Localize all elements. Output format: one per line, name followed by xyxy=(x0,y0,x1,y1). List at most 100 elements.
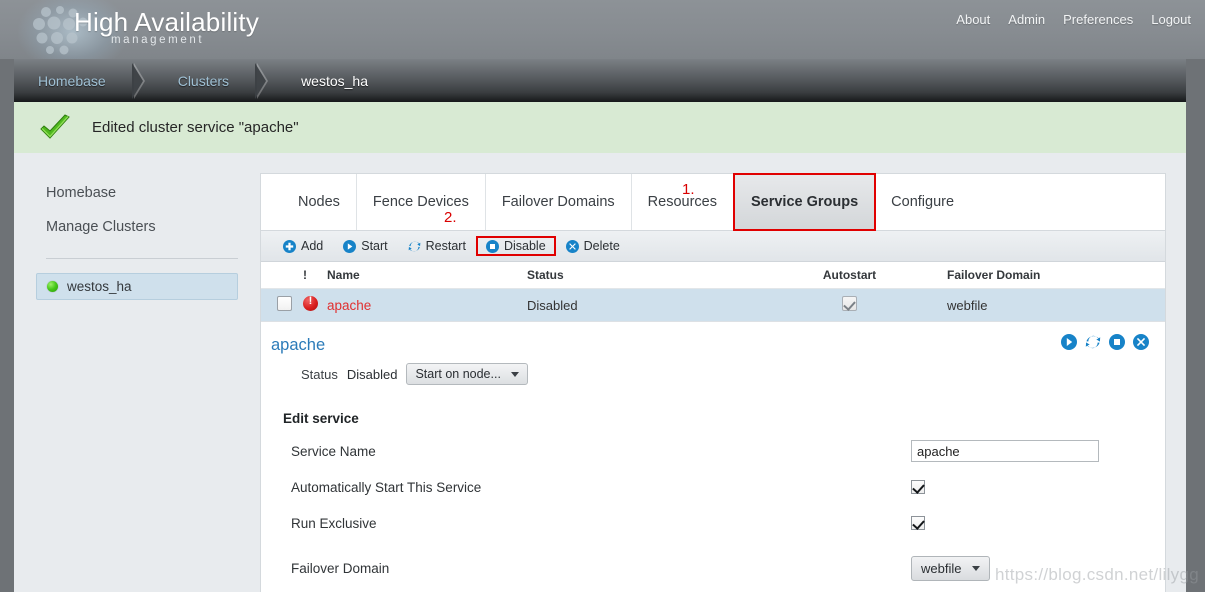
th-name: Name xyxy=(327,262,527,289)
refresh-icon xyxy=(408,240,421,252)
action-toolbar: 2. Add Start Restart Disable Delete xyxy=(261,209,1165,262)
sidebar-item-westos-ha[interactable]: westos_ha xyxy=(36,273,238,300)
breadcrumb-homebase[interactable]: Homebase xyxy=(14,59,132,102)
stop-icon[interactable] xyxy=(1109,334,1125,350)
th-autostart: Autostart xyxy=(752,262,947,289)
stop-square-icon xyxy=(485,239,499,253)
service-action-icons xyxy=(1061,334,1149,350)
green-check-icon xyxy=(40,113,70,139)
cluster-label: westos_ha xyxy=(67,279,132,294)
th-select xyxy=(261,262,303,289)
nav-preferences[interactable]: Preferences xyxy=(1063,12,1133,27)
autostart-label: Automatically Start This Service xyxy=(291,479,482,495)
failover-domain-dropdown[interactable]: webfile xyxy=(911,556,991,581)
chevron-separator-icon xyxy=(131,59,154,102)
tab-label: Fence Devices xyxy=(372,194,469,210)
chevron-separator-icon xyxy=(255,59,277,102)
tab-bar: 1. Nodes Fence Devices Failover Domains … xyxy=(261,173,1165,231)
start-on-node-dropdown[interactable]: Start on node... xyxy=(406,363,528,385)
row-alert-cell xyxy=(303,288,327,321)
disable-button[interactable]: Disable xyxy=(475,236,556,256)
breadcrumb-clusters[interactable]: Clusters xyxy=(154,59,255,102)
service-detail-title: apache xyxy=(271,336,326,354)
row-failover-domain-cell: webfile xyxy=(947,288,1165,321)
row-autostart-cell xyxy=(752,288,947,321)
top-nav: About Admin Preferences Logout xyxy=(956,12,1191,27)
tab-configure[interactable]: Configure xyxy=(875,174,970,230)
x-circle-icon xyxy=(565,239,579,253)
table-row[interactable]: apache Disabled webfile xyxy=(261,288,1165,321)
service-name-input[interactable] xyxy=(911,440,1099,462)
th-status: Status xyxy=(527,262,752,289)
table-body: apache Disabled webfile xyxy=(261,288,1165,321)
restart-button[interactable]: Restart xyxy=(398,236,476,256)
edit-service-heading: Edit service xyxy=(283,411,359,426)
breadcrumb: Homebase Clusters westos_ha xyxy=(14,59,394,102)
top-header: High Availability management About Admin… xyxy=(0,0,1205,59)
restart-icon[interactable] xyxy=(1085,334,1101,350)
field-run-exclusive: Run Exclusive xyxy=(261,512,1165,534)
failover-domain-label: Failover Domain xyxy=(291,561,390,576)
service-status-label: Status xyxy=(301,366,338,382)
row-status-cell: Disabled xyxy=(527,288,752,321)
service-status-line: Status Disabled Start on node... xyxy=(301,363,1165,385)
alert-icon xyxy=(303,295,318,311)
service-groups-table: ! Name Status Autostart Failover Domain xyxy=(261,262,1165,321)
sidebar: Homebase Manage Clusters westos_ha xyxy=(14,153,260,592)
field-failover-domain: Failover Domain webfile xyxy=(261,556,1165,581)
add-button[interactable]: Add xyxy=(273,236,333,256)
brand-subtitle: management xyxy=(111,34,205,46)
autostart-checkbox[interactable] xyxy=(842,296,857,311)
status-led-icon xyxy=(47,281,58,292)
plus-circle-icon xyxy=(283,239,296,253)
toolbar-label: Disable xyxy=(503,239,546,253)
breadcrumb-current: westos_ha xyxy=(301,72,368,89)
service-detail-header: apache Status Disabled Start on node... xyxy=(261,321,1165,395)
service-name-label: Service Name xyxy=(291,443,376,459)
nav-logout[interactable]: Logout xyxy=(1151,12,1191,27)
service-name-link[interactable]: apache xyxy=(327,298,371,313)
delete-icon[interactable] xyxy=(1133,334,1149,350)
row-name-cell: apache xyxy=(327,288,527,321)
th-alert: ! xyxy=(303,262,327,289)
sidebar-item-manage-clusters[interactable]: Manage Clusters xyxy=(46,210,260,244)
success-banner: Edited cluster service "apache" xyxy=(14,102,1186,153)
start-on-node-label: Start on node... xyxy=(415,367,501,381)
chevron-down-icon xyxy=(510,371,519,377)
field-autostart: Automatically Start This Service xyxy=(261,476,1165,498)
th-failover-domain: Failover Domain xyxy=(947,262,1165,289)
start-icon[interactable] xyxy=(1061,334,1077,350)
annotation-marker-1: 1. xyxy=(682,181,695,198)
page-root: High Availability management About Admin… xyxy=(0,0,1205,592)
tab-fence-devices[interactable]: Fence Devices xyxy=(357,174,486,230)
toolbar-label: Delete xyxy=(583,239,620,253)
tab-label: Configure xyxy=(891,194,955,210)
play-circle-icon xyxy=(343,239,357,253)
start-button[interactable]: Start xyxy=(333,236,397,256)
edit-service-form: Edit service Service Name Automatically … xyxy=(261,395,1165,592)
run-exclusive-label: Run Exclusive xyxy=(291,515,377,531)
main-panel: 1. Nodes Fence Devices Failover Domains … xyxy=(260,173,1166,592)
delete-button[interactable]: Delete xyxy=(556,236,630,256)
banner-message: Edited cluster service "apache" xyxy=(92,119,299,136)
service-status-value: Disabled xyxy=(346,366,398,382)
failover-domain-value: webfile xyxy=(921,561,962,576)
tab-service-groups[interactable]: Service Groups xyxy=(732,173,877,231)
field-service-name: Service Name xyxy=(261,440,1165,462)
tab-nodes[interactable]: Nodes xyxy=(282,174,357,230)
nav-admin[interactable]: Admin xyxy=(1008,12,1045,27)
tab-label: Service Groups xyxy=(750,194,859,210)
toolbar-label: Add xyxy=(301,239,324,253)
toolbar-label: Restart xyxy=(425,239,466,253)
sidebar-item-homebase[interactable]: Homebase xyxy=(46,153,260,210)
annotation-marker-2: 2. xyxy=(444,209,457,226)
row-checkbox[interactable] xyxy=(277,296,292,311)
breadcrumb-bar: Homebase Clusters westos_ha xyxy=(14,59,1186,102)
run-exclusive-checkbox[interactable] xyxy=(911,516,925,530)
tab-label: Failover Domains xyxy=(501,194,615,210)
autostart-checkbox[interactable] xyxy=(911,480,925,494)
table-header: ! Name Status Autostart Failover Domain xyxy=(261,262,1165,289)
chevron-down-icon xyxy=(972,566,981,571)
nav-about[interactable]: About xyxy=(956,12,990,27)
tab-failover-domains[interactable]: Failover Domains xyxy=(486,174,632,230)
